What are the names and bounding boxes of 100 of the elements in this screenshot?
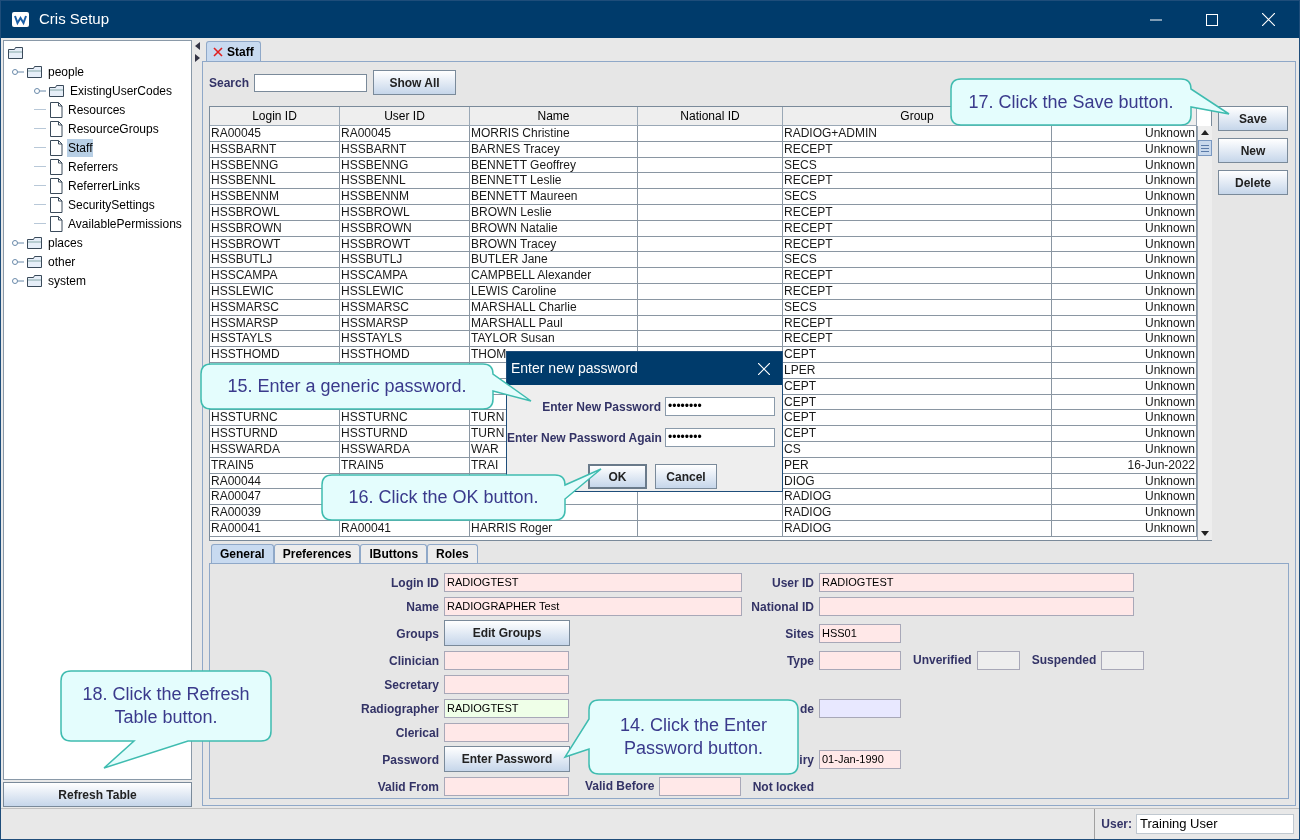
tree-item[interactable]: other bbox=[47, 252, 77, 271]
tree-item[interactable]: Resources bbox=[67, 100, 127, 119]
table-cell: SECS bbox=[783, 299, 1052, 315]
tree-item[interactable]: system bbox=[47, 271, 87, 290]
input-field[interactable] bbox=[444, 722, 569, 742]
scroll-thumb[interactable] bbox=[1198, 140, 1212, 156]
action-button[interactable]: Edit Groups bbox=[444, 620, 570, 646]
document-icon bbox=[50, 215, 63, 232]
password-field[interactable]: •••••••• bbox=[665, 396, 775, 416]
table-cell: HSSBROWN bbox=[340, 220, 470, 236]
column-header[interactable]: Login ID bbox=[252, 109, 297, 123]
table-cell: RECEPT bbox=[783, 268, 1052, 283]
table-cell: HSSBARNT bbox=[340, 141, 470, 157]
table-cell: HSSBENNM bbox=[210, 189, 340, 204]
document-icon bbox=[50, 196, 63, 213]
table-cell: TRAIN5 bbox=[210, 457, 340, 473]
tree-item[interactable]: places bbox=[47, 233, 84, 252]
input-field[interactable]: 01-Jan-1990 bbox=[819, 749, 901, 769]
tree-item[interactable]: AvailablePermissions bbox=[67, 214, 183, 233]
input-field[interactable] bbox=[444, 776, 569, 796]
input-field[interactable]: RADIOGTEST bbox=[444, 572, 742, 592]
callout-text: 17. Click the Save button. bbox=[968, 90, 1174, 114]
column-header[interactable]: National ID bbox=[680, 109, 740, 123]
action-button[interactable]: New bbox=[1218, 138, 1288, 163]
expand-handle-icon bbox=[12, 66, 24, 77]
tree-item[interactable]: SecuritySettings bbox=[67, 195, 156, 214]
column-header[interactable]: User ID bbox=[384, 109, 425, 123]
field-label: Name bbox=[406, 600, 439, 614]
table-cell: MORRIS Christine bbox=[470, 126, 638, 141]
field-label: Valid Before bbox=[585, 778, 655, 795]
table-cell: MARSHALL Charlie bbox=[470, 299, 638, 315]
input-field[interactable]: RADIOGRAPHER Test bbox=[444, 596, 742, 616]
table-cell: BROWN Natalie bbox=[470, 220, 638, 236]
dialog-button[interactable]: Cancel bbox=[655, 464, 717, 489]
action-button[interactable]: Enter Password bbox=[444, 746, 570, 772]
show-all-button[interactable]: Show All bbox=[373, 70, 457, 95]
action-button[interactable]: Save bbox=[1218, 106, 1288, 131]
input-field[interactable] bbox=[819, 650, 901, 670]
search-label: Search bbox=[209, 74, 250, 92]
action-button[interactable]: Delete bbox=[1218, 170, 1288, 195]
folder-icon bbox=[49, 84, 65, 97]
tree-item[interactable]: ExistingUserCodes bbox=[69, 81, 174, 100]
table-cell: HSSBUTLJ bbox=[210, 252, 340, 268]
input-field[interactable] bbox=[444, 674, 569, 694]
tree-item[interactable]: people bbox=[47, 62, 86, 81]
password-field[interactable]: •••••••• bbox=[665, 427, 775, 447]
tab[interactable]: IButtons bbox=[360, 544, 428, 563]
dialog-button[interactable]: OK bbox=[588, 464, 647, 489]
table-cell: HSSWARDA bbox=[340, 441, 470, 457]
document-icon bbox=[50, 101, 63, 118]
close-icon[interactable] bbox=[1262, 13, 1275, 26]
table-cell: BARNES Tracey bbox=[470, 141, 638, 157]
document-icon bbox=[50, 139, 63, 156]
tab[interactable]: General bbox=[211, 544, 274, 563]
input-field[interactable] bbox=[819, 698, 901, 718]
table-cell: BROWN Tracey bbox=[470, 236, 638, 252]
table-cell: RA00045 bbox=[340, 126, 470, 141]
tab[interactable]: Roles bbox=[427, 544, 478, 563]
input-field[interactable]: RADIOGTEST bbox=[819, 572, 1134, 592]
app-logo-icon bbox=[12, 12, 29, 27]
field-label: Radiographer bbox=[361, 702, 439, 716]
maximize-icon[interactable] bbox=[1206, 13, 1218, 26]
tree-item[interactable]: Referrers bbox=[67, 157, 119, 176]
column-header[interactable]: Group bbox=[900, 109, 934, 123]
table-cell: HSSTHOMD bbox=[340, 347, 470, 362]
tree-item[interactable]: ReferrerLinks bbox=[67, 176, 142, 195]
input-field[interactable] bbox=[1101, 650, 1145, 670]
input-field[interactable] bbox=[444, 650, 569, 670]
table-cell: BENNETT Maureen bbox=[470, 189, 638, 204]
field-label: Type bbox=[786, 654, 814, 668]
callout-text: 16. Click the OK button. bbox=[348, 486, 539, 509]
tab[interactable]: Preferences bbox=[273, 544, 361, 563]
table-cell: HSSMARSC bbox=[340, 299, 470, 315]
table-cell: RECEPT bbox=[783, 315, 1052, 331]
table-cell: HSSMARSP bbox=[340, 315, 470, 331]
column-header[interactable]: Name bbox=[537, 109, 570, 123]
table-cell: HSSLEWIC bbox=[340, 283, 470, 299]
field-label: Sites bbox=[785, 627, 814, 641]
input-field[interactable] bbox=[976, 650, 1020, 670]
close-icon[interactable] bbox=[758, 362, 770, 375]
user-label: User: bbox=[1101, 816, 1132, 833]
scrollbar[interactable] bbox=[1197, 126, 1212, 540]
folder-icon bbox=[27, 274, 43, 287]
input-field[interactable] bbox=[659, 776, 742, 796]
table-cell: HSSLEWIC bbox=[210, 283, 340, 299]
table-cell: HSSTHOMD bbox=[210, 347, 340, 362]
tab[interactable]: Staff bbox=[206, 41, 261, 61]
input-field[interactable] bbox=[819, 596, 1134, 616]
input-field[interactable]: RADIOGTEST bbox=[444, 698, 569, 718]
callout-text: 18. Click the Refresh Table button. bbox=[81, 683, 251, 729]
tree-item[interactable]: ResourceGroups bbox=[67, 119, 160, 138]
close-icon bbox=[213, 46, 223, 57]
table-cell: HSSBARNT bbox=[210, 141, 340, 157]
refresh-table-button[interactable]: Refresh Table bbox=[3, 782, 193, 807]
table-cell: BROWN Leslie bbox=[470, 205, 638, 220]
tree-item[interactable]: Staff bbox=[67, 138, 94, 157]
search-field[interactable] bbox=[254, 73, 368, 92]
table-cell: MARSHALL Paul bbox=[470, 315, 638, 331]
user-field[interactable]: Training User bbox=[1136, 814, 1294, 834]
input-field[interactable]: HSS01 bbox=[819, 623, 901, 643]
